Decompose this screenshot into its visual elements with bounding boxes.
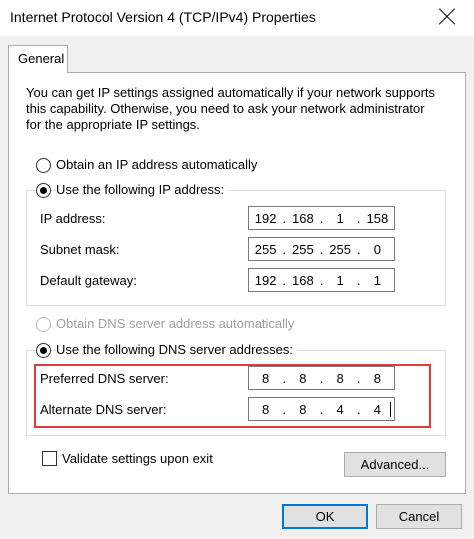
obtain-dns-auto-label: Obtain DNS server address automatically	[56, 316, 295, 331]
validate-settings-checkbox[interactable]	[42, 451, 57, 466]
validate-settings-label: Validate settings upon exit	[62, 451, 213, 466]
title-bar: Internet Protocol Version 4 (TCP/IPv4) P…	[0, 0, 474, 36]
obtain-ip-auto-label: Obtain an IP address automatically	[56, 157, 258, 172]
octet: 168	[292, 210, 314, 226]
description-text: You can get IP settings assigned automat…	[26, 85, 456, 133]
use-following-ip-label: Use the following IP address:	[56, 182, 229, 197]
cancel-button[interactable]: Cancel	[376, 504, 462, 529]
octet: 192	[254, 272, 277, 288]
close-icon[interactable]	[432, 4, 462, 30]
octet: 1	[336, 272, 344, 288]
dns-highlight-box	[34, 364, 431, 428]
obtain-dns-auto-radio[interactable]	[36, 317, 51, 332]
use-following-ip-radio[interactable]	[36, 183, 51, 198]
default-gateway-label: Default gateway:	[40, 273, 137, 288]
default-gateway-input[interactable]: 192. 168. 1. 1	[248, 268, 395, 292]
description-line: You can get IP settings assigned automat…	[26, 85, 436, 100]
ip-address-input[interactable]: 192. 168. 1. 158	[248, 206, 395, 230]
octet: 192	[254, 210, 277, 226]
tab-general[interactable]: General	[8, 45, 68, 73]
octet: 168	[292, 272, 314, 288]
description-line: this capability. Otherwise, you need to …	[26, 101, 425, 116]
ip-address-label: IP address:	[40, 211, 106, 226]
octet: 255	[329, 241, 351, 257]
subnet-mask-input[interactable]: 255. 255. 255. 0	[248, 237, 395, 261]
ok-button[interactable]: OK	[282, 504, 368, 529]
use-following-dns-radio[interactable]	[36, 343, 51, 358]
octet: 1	[373, 272, 381, 288]
octet: 1	[336, 210, 344, 226]
use-following-dns-label: Use the following DNS server addresses:	[56, 342, 297, 357]
obtain-ip-auto-radio[interactable]	[36, 158, 51, 173]
advanced-button[interactable]: Advanced...	[344, 452, 446, 477]
octet: 158	[366, 210, 389, 226]
octet: 255	[292, 241, 314, 257]
octet: 0	[373, 241, 381, 257]
subnet-mask-label: Subnet mask:	[40, 242, 120, 257]
octet: 255	[254, 241, 277, 257]
description-line: for the appropriate IP settings.	[26, 117, 200, 132]
tab-general-label: General	[18, 51, 65, 66]
window-title: Internet Protocol Version 4 (TCP/IPv4) P…	[10, 9, 316, 25]
